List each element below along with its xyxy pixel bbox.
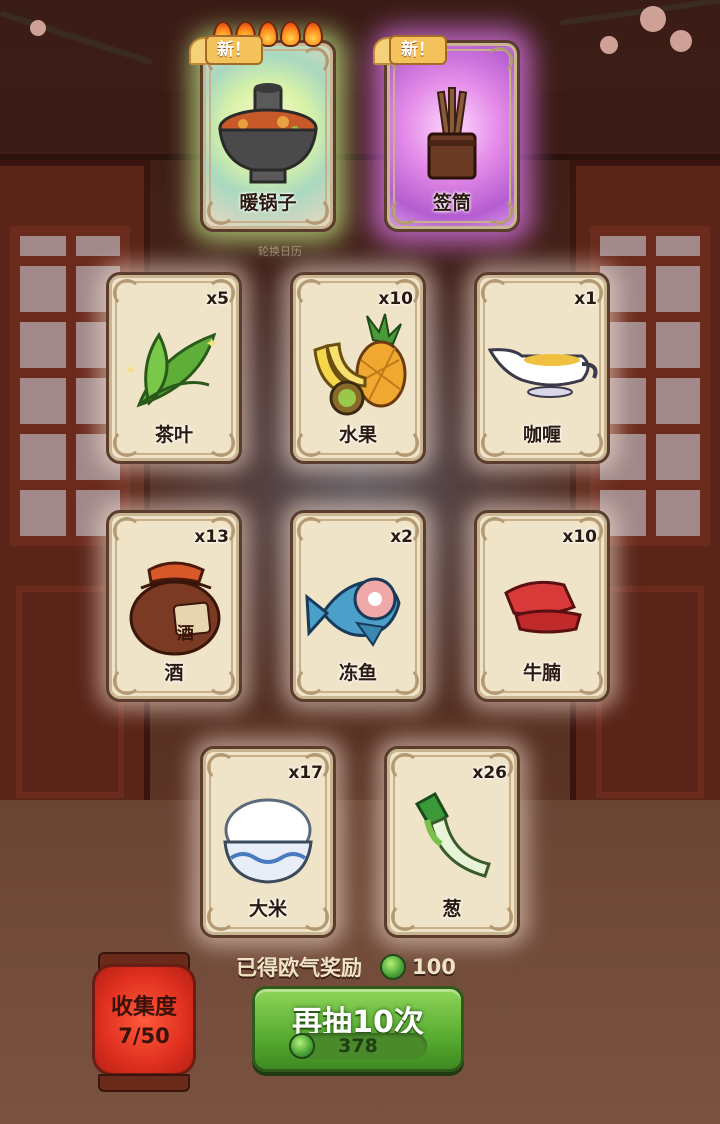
draw-again-button[interactable]: 再抽10次 378 xyxy=(252,986,464,1072)
card-featured-fortune-sticks[interactable]: 新！ 签筒 xyxy=(373,35,520,232)
collection-value: 7/50 xyxy=(118,1024,170,1048)
rotation-calendar-label: 轮换日历 xyxy=(258,245,302,258)
card-name: 葱 xyxy=(442,898,462,920)
right-door xyxy=(570,160,720,820)
hot-pot-icon xyxy=(203,73,333,193)
fruit-icon xyxy=(293,305,423,425)
blossom-branch xyxy=(0,10,154,66)
card-fruit[interactable]: x10 水果 xyxy=(290,272,426,464)
card-curry[interactable]: x1 咖喱 xyxy=(474,272,610,464)
svg-text:✦: ✦ xyxy=(205,334,218,353)
card-name: 水果 xyxy=(338,424,377,446)
tea-leaf-icon: ✦ ✦ xyxy=(109,305,239,425)
card-frozen-fish[interactable]: x2 冻鱼 xyxy=(290,510,426,702)
blossom xyxy=(600,36,618,54)
blossom xyxy=(30,20,46,36)
card-tea-leaf[interactable]: x5 ✦ ✦ 茶叶 xyxy=(106,272,242,464)
reward-value: 100 xyxy=(412,955,456,979)
card-name: 冻鱼 xyxy=(338,662,377,684)
draw-cost: 378 xyxy=(338,1035,378,1057)
flame-icon xyxy=(302,21,324,47)
collection-lantern[interactable]: 收集度 7/50 xyxy=(92,952,196,1092)
luck-reward: 已得欧气奖励 100 xyxy=(236,952,456,982)
card-beef-brisket[interactable]: x10 牛腩 xyxy=(474,510,610,702)
scallion-icon xyxy=(387,779,517,899)
blossom xyxy=(670,30,692,52)
fortune-stick-holder-icon xyxy=(387,73,517,193)
beef-brisket-icon xyxy=(477,543,607,663)
reward-label: 已得欧气奖励 xyxy=(236,956,362,980)
card-rice[interactable]: x17 大米 xyxy=(200,746,336,938)
card-name: 大米 xyxy=(248,898,287,920)
card-name: 签筒 xyxy=(432,192,471,214)
card-wine[interactable]: x13 酒 酒 xyxy=(106,510,242,702)
card-name: 茶叶 xyxy=(154,424,193,446)
collection-label: 收集度 xyxy=(110,995,177,1020)
flame-icon xyxy=(280,21,301,47)
new-badge: 新！ xyxy=(189,33,263,65)
new-badge: 新！ xyxy=(373,33,447,65)
blossom xyxy=(640,6,666,32)
draw-cost-bar: 378 xyxy=(289,1033,427,1059)
wine-jar-icon: 酒 xyxy=(109,543,239,663)
card-scallion[interactable]: x26 葱 xyxy=(384,746,520,938)
card-name: 牛腩 xyxy=(522,662,561,684)
svg-text:✦: ✦ xyxy=(125,363,137,379)
card-name: 咖喱 xyxy=(522,424,561,446)
card-featured-hot-pot[interactable]: 新！ 暖锅子 xyxy=(189,21,336,232)
roof-beam xyxy=(0,90,720,160)
curry-sauce-icon xyxy=(477,305,607,425)
card-name: 酒 xyxy=(164,662,184,684)
green-coin-icon xyxy=(380,954,406,980)
rice-bowl-icon xyxy=(203,779,333,899)
wine-jar-label: 酒 xyxy=(177,624,194,644)
left-door xyxy=(0,160,150,820)
frozen-fish-icon xyxy=(293,543,423,663)
card-name: 暖锅子 xyxy=(239,192,297,214)
